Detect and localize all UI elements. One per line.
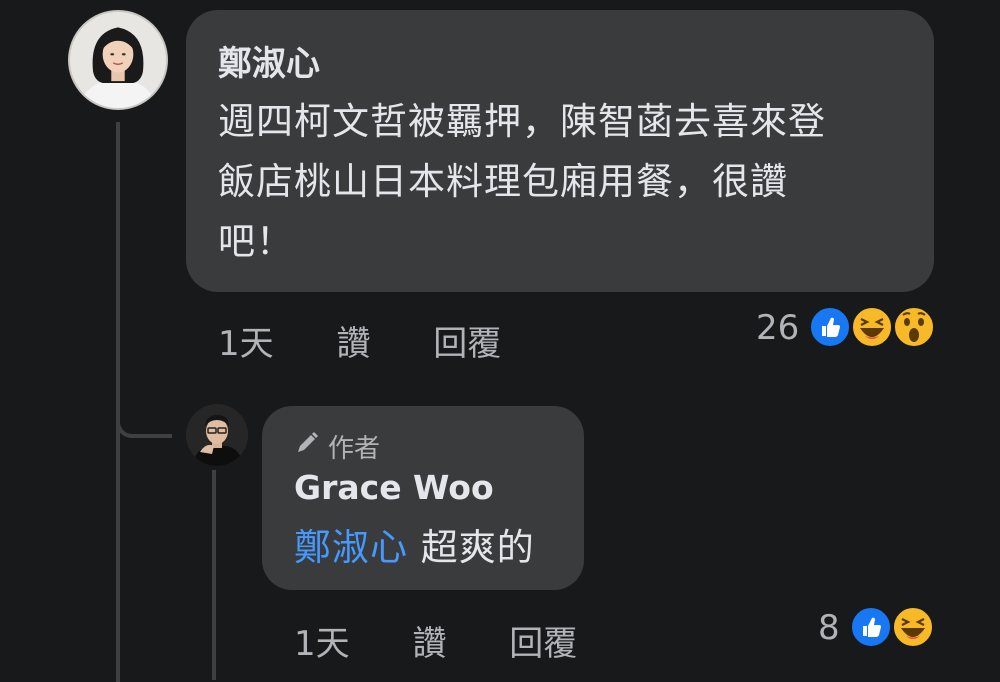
comment-text-line: 吧！ — [218, 220, 294, 263]
commenter-avatar[interactable] — [68, 10, 168, 110]
reply-meta-row: 1天 讚 回覆 — [294, 616, 577, 665]
comment-like-button[interactable]: 讚 — [336, 324, 370, 364]
wow-icon[interactable] — [893, 306, 935, 348]
comment-text-line: 飯店桃山日本料理包廂用餐，很讚 — [218, 160, 788, 203]
reply-reaction-count[interactable]: 8 — [818, 608, 840, 648]
like-icon[interactable] — [850, 606, 892, 648]
reply-thread-connector-line — [212, 470, 216, 680]
reply-branch-connector — [116, 392, 172, 438]
reply-text-body: 超爽的 — [408, 526, 535, 569]
mention-link[interactable]: 鄭淑心 — [294, 526, 408, 569]
comment-reaction-count[interactable]: 26 — [756, 308, 799, 348]
reply-text: 鄭淑心 超爽的 — [294, 518, 574, 578]
comment-timestamp[interactable]: 1天 — [218, 324, 274, 364]
reply-like-button[interactable]: 讚 — [412, 624, 446, 664]
comment-meta-row: 1天 讚 回覆 — [218, 316, 501, 365]
reply-timestamp[interactable]: 1天 — [294, 624, 350, 664]
like-icon[interactable] — [809, 306, 851, 348]
comment-author-name[interactable]: 鄭淑心 — [218, 36, 320, 85]
reply-reply-button[interactable]: 回覆 — [509, 624, 577, 664]
reply-author-avatar[interactable] — [186, 404, 248, 466]
haha-icon[interactable] — [851, 306, 893, 348]
reply-author-name[interactable]: Grace Woo — [294, 468, 494, 507]
pencil-icon — [294, 430, 320, 463]
comment-reply-button[interactable]: 回覆 — [433, 324, 501, 364]
comment-text: 週四柯文哲被羈押，陳智菡去喜來登 飯店桃山日本料理包廂用餐，很讚 吧！ — [218, 92, 898, 272]
author-badge: 作者 — [294, 428, 380, 465]
haha-icon[interactable] — [892, 606, 934, 648]
author-badge-label: 作者 — [328, 434, 381, 464]
comment-text-line: 週四柯文哲被羈押，陳智菡去喜來登 — [218, 100, 826, 143]
